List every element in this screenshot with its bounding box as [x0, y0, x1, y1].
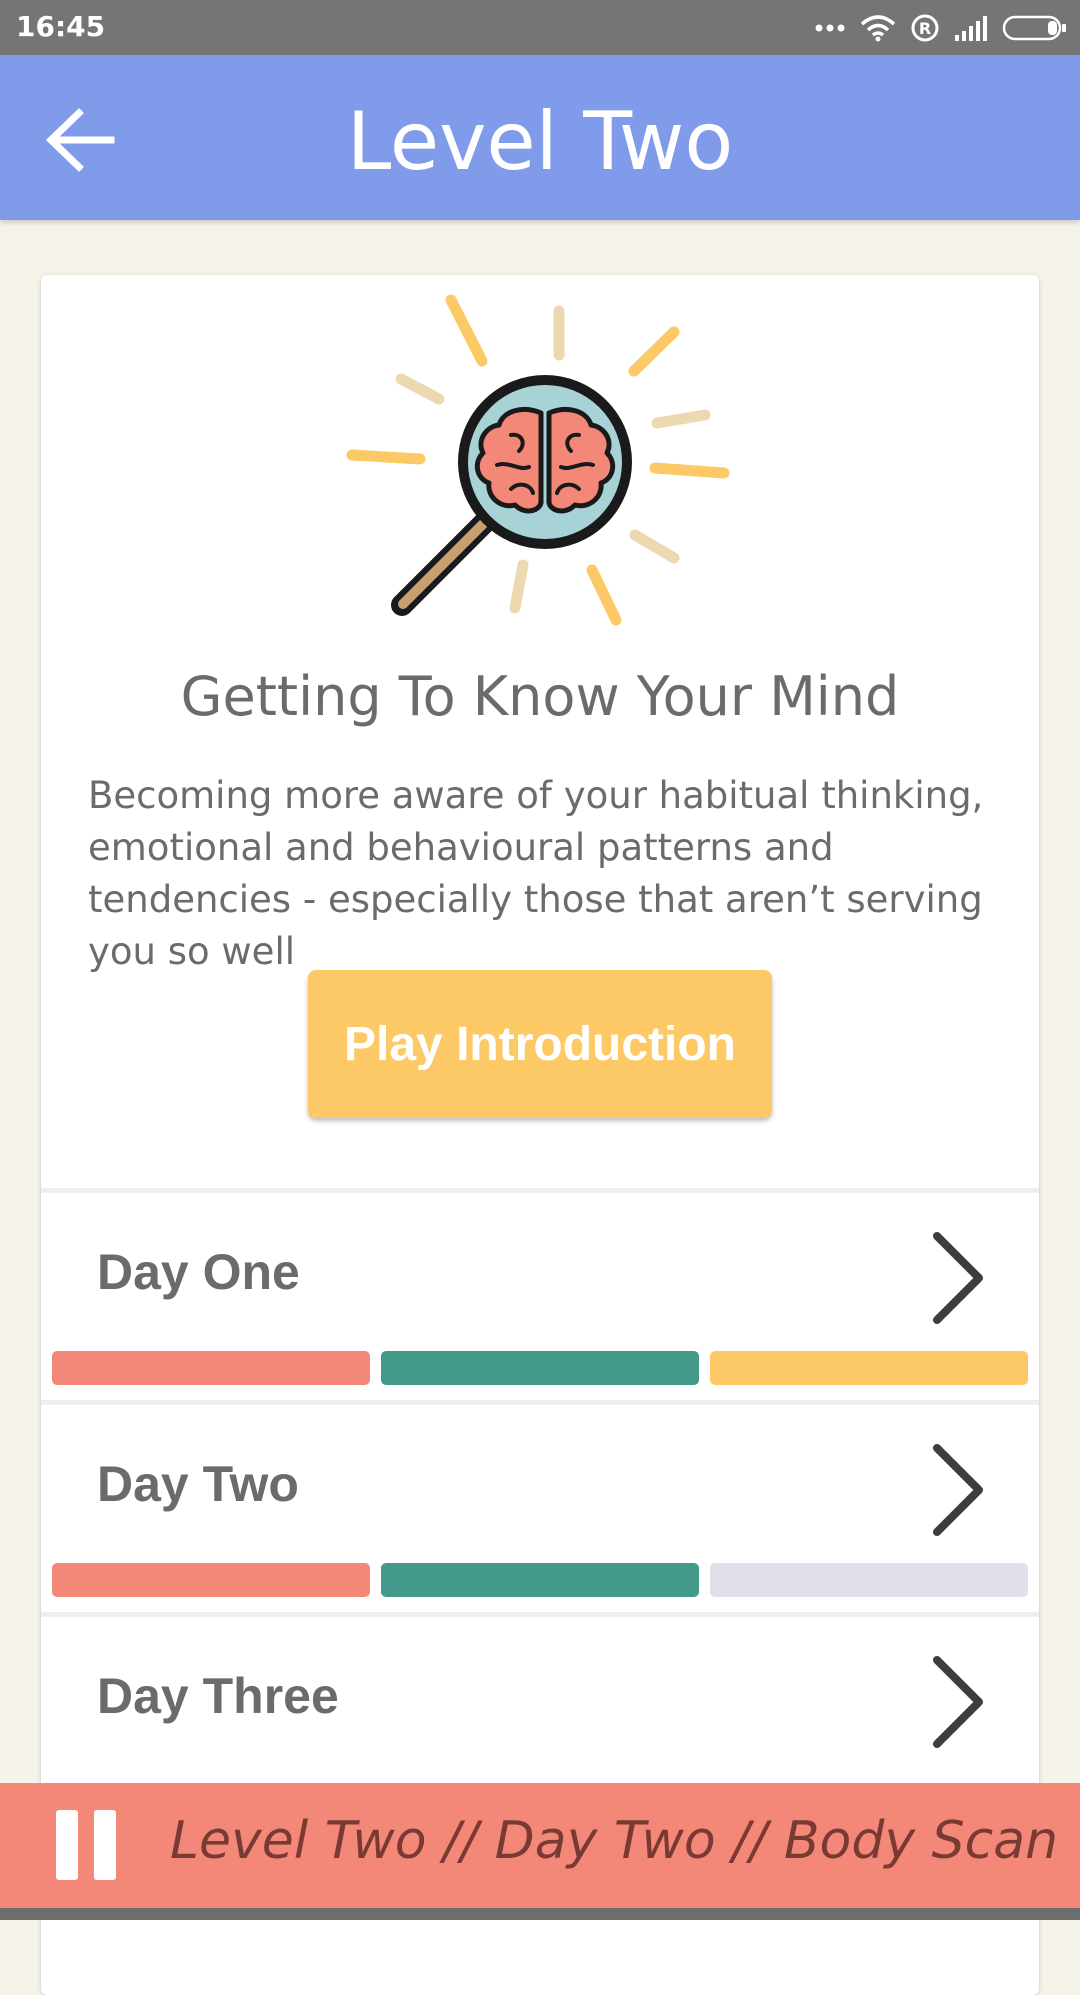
app-bar: Level Two [0, 55, 1080, 220]
progress-segment [381, 1351, 699, 1385]
page-title: Level Two [346, 95, 734, 188]
progress-segment [710, 1563, 1028, 1597]
day-label: Day Three [97, 1668, 339, 1724]
progress-segment [381, 1563, 699, 1597]
pause-icon [94, 1810, 116, 1880]
day-progress [52, 1563, 1028, 1597]
status-icons: R [814, 10, 1068, 46]
progress-segment [52, 1351, 370, 1385]
now-playing-bar[interactable]: Level Two // Day Two // Body Scan [0, 1783, 1080, 1908]
card-heading: Getting To Know Your Mind [180, 665, 900, 728]
play-introduction-button[interactable]: Play Introduction [308, 970, 772, 1118]
registered-icon: R [911, 14, 939, 42]
day-row-one[interactable]: Day One [41, 1188, 1039, 1400]
status-bar: 16:45 R [0, 0, 1080, 55]
now-playing-title: Level Two // Day Two // Body Scan [170, 1811, 1059, 1871]
day-progress [52, 1351, 1028, 1385]
pause-button[interactable] [56, 1810, 116, 1880]
signal-icon [955, 16, 987, 41]
day-label: Day Two [97, 1456, 299, 1512]
chevron-right-icon [933, 1656, 983, 1748]
day-label: Day One [97, 1244, 300, 1300]
brain-magnifier-icon [346, 294, 730, 626]
pause-icon [56, 1810, 78, 1880]
day-row-two[interactable]: Day Two [41, 1400, 1039, 1612]
chevron-right-icon [933, 1232, 983, 1324]
status-time: 16:45 [16, 10, 106, 43]
chevron-right-icon [933, 1444, 983, 1536]
progress-segment [710, 1351, 1028, 1385]
svg-text:R: R [919, 19, 931, 38]
level-card: Getting To Know Your Mind Becoming more … [41, 275, 1039, 1995]
system-nav-strip [0, 1908, 1080, 1920]
battery-icon [1002, 15, 1066, 41]
wifi-icon [860, 15, 896, 42]
progress-segment [52, 1563, 370, 1597]
card-description: Becoming more aware of your habitual thi… [88, 774, 984, 973]
more-dots-icon [815, 24, 845, 32]
